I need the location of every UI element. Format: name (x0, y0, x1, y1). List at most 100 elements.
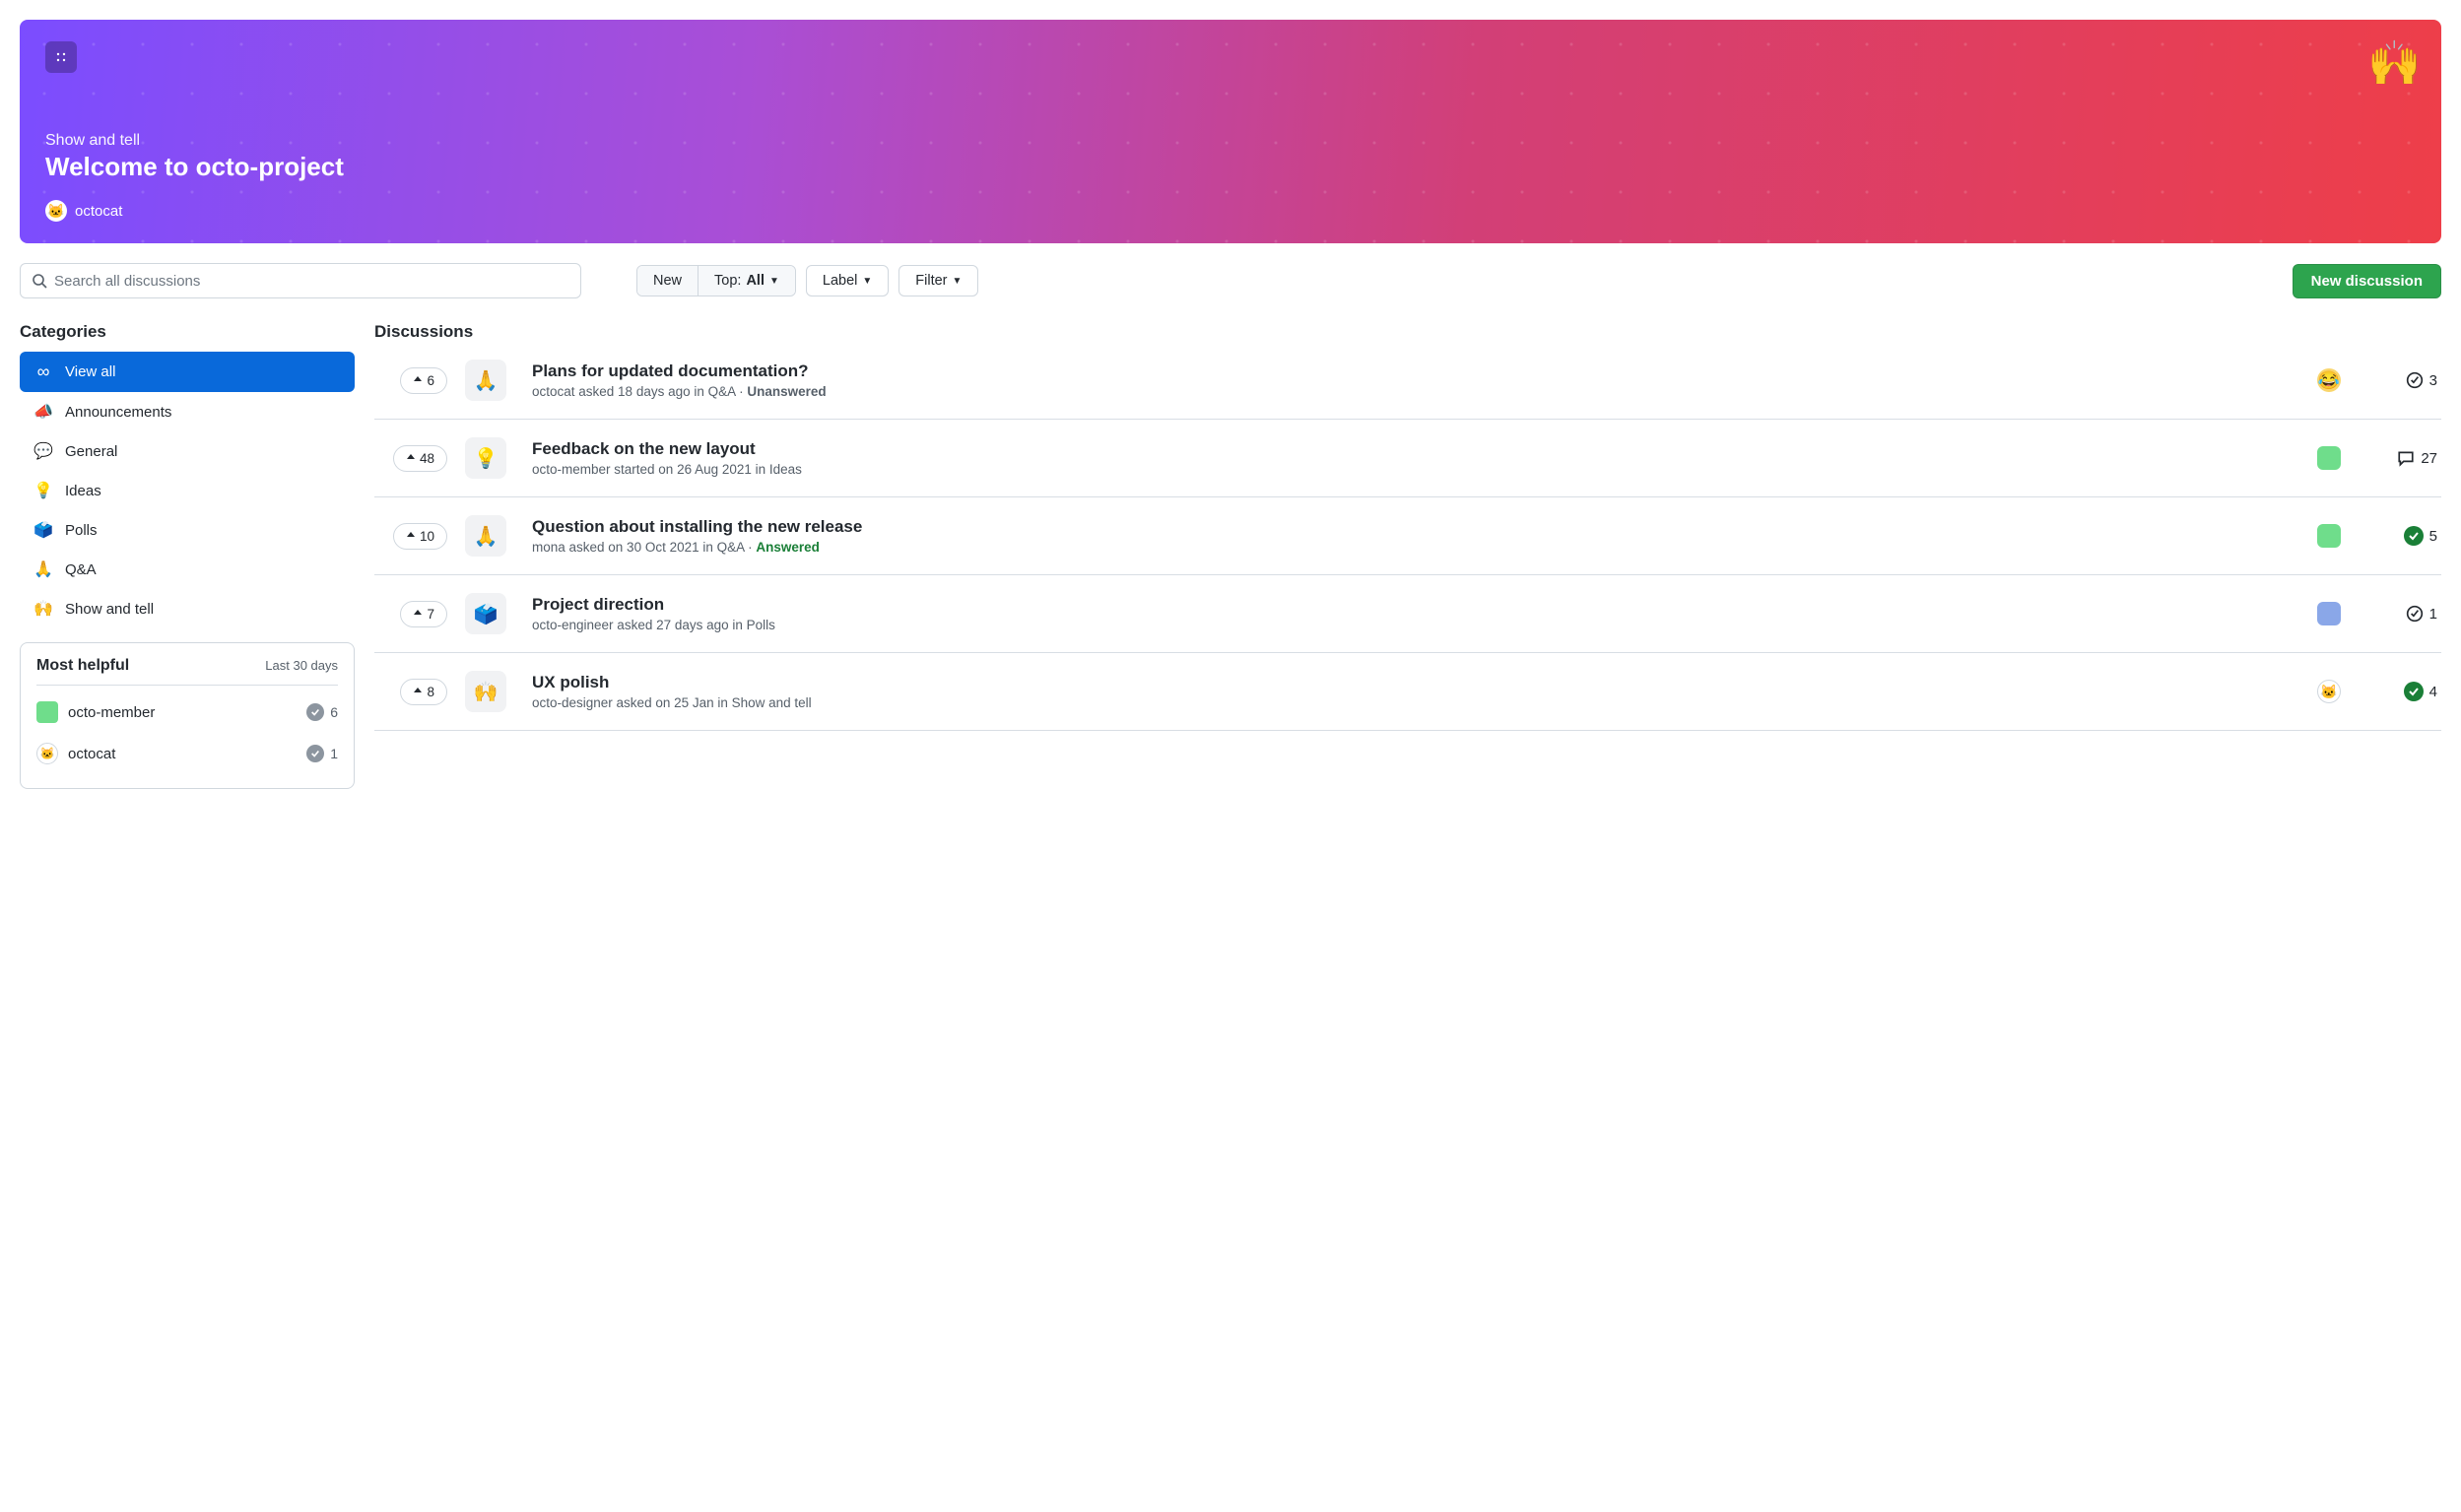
arrow-up-icon (413, 609, 423, 619)
main-content: Categories ∞View all📣Announcements💬Gener… (20, 322, 2441, 789)
avatar (36, 701, 58, 723)
category-icon: ∞ (33, 362, 53, 382)
filter-text: Filter (915, 273, 947, 289)
arrow-up-icon (406, 453, 416, 463)
discussion-item: 10 🙏 Question about installing the new r… (374, 497, 2441, 575)
discussion-count[interactable]: 4 (2374, 682, 2437, 701)
discussion-item: 48 💡 Feedback on the new layout octo-mem… (374, 420, 2441, 497)
discussion-item: 8 🙌 UX polish octo-designer asked on 25 … (374, 653, 2441, 731)
discussion-count[interactable]: 1 (2374, 605, 2437, 623)
category-label: Ideas (65, 483, 101, 499)
discussion-count[interactable]: 27 (2374, 449, 2437, 467)
discussions-heading: Discussions (374, 322, 2441, 342)
category-icon: 💡 (33, 481, 53, 500)
discussion-body: Question about installing the new releas… (532, 517, 2299, 555)
hero-emoji: 🙌 (2367, 37, 2422, 89)
count-value: 4 (2429, 684, 2437, 700)
arrow-up-icon (413, 687, 423, 696)
count-value: 27 (2421, 450, 2437, 467)
discussion-count[interactable]: 5 (2374, 526, 2437, 546)
discussion-count[interactable]: 3 (2374, 371, 2437, 389)
category-label: Announcements (65, 404, 171, 421)
hero-category: Show and tell (45, 132, 2416, 150)
upvote-button[interactable]: 10 (393, 523, 447, 550)
discussion-body: Project direction octo-engineer asked 27… (532, 595, 2299, 632)
category-item[interactable]: 🗳️Polls (20, 510, 355, 550)
participant-avatar[interactable]: 🐱 (2317, 680, 2341, 703)
helpful-count: 1 (306, 745, 338, 762)
vote-count: 8 (427, 685, 434, 699)
vote-count: 10 (420, 529, 434, 544)
discussion-meta: octo-designer asked on 25 Jan in Show an… (532, 695, 2299, 710)
sort-top-button[interactable]: Top: All ▼ (698, 266, 795, 296)
participant-avatar[interactable] (2317, 524, 2341, 548)
helpful-user-name: octo-member (68, 704, 155, 721)
toolbar: New Top: All ▼ Label ▼ Filter ▼ New disc… (20, 263, 2441, 298)
helpful-user-row[interactable]: 🐱 octocat 1 (36, 733, 338, 774)
sidebar: Categories ∞View all📣Announcements💬Gener… (20, 322, 355, 789)
participant-avatar[interactable] (2317, 446, 2341, 470)
top-value: All (746, 273, 765, 289)
discussion-category-icon: 🗳️ (465, 593, 506, 634)
vote-count: 6 (427, 373, 434, 388)
filter-button[interactable]: Filter ▼ (898, 265, 978, 296)
count-value: 3 (2429, 372, 2437, 389)
discussion-item: 6 🙏 Plans for updated documentation? oct… (374, 350, 2441, 420)
helpful-user-row[interactable]: octo-member 6 (36, 691, 338, 733)
discussion-title[interactable]: Plans for updated documentation? (532, 362, 2299, 381)
check-circle-fill-icon (2404, 526, 2424, 546)
category-label: General (65, 443, 117, 460)
discussion-body: Plans for updated documentation? octocat… (532, 362, 2299, 399)
chevron-down-icon: ▼ (769, 276, 779, 287)
discussion-title[interactable]: Project direction (532, 595, 2299, 615)
discussion-list: 6 🙏 Plans for updated documentation? oct… (374, 350, 2441, 731)
discussion-title[interactable]: Feedback on the new layout (532, 439, 2299, 459)
upvote-button[interactable]: 48 (393, 445, 447, 472)
label-filter-button[interactable]: Label ▼ (806, 265, 889, 296)
chevron-down-icon: ▼ (953, 276, 963, 287)
label-text: Label (823, 273, 857, 289)
category-icon: 📣 (33, 402, 53, 422)
discussion-category-icon: 🙏 (465, 360, 506, 401)
category-icon: 💬 (33, 441, 53, 461)
discussion-title[interactable]: Question about installing the new releas… (532, 517, 2299, 537)
category-label: Q&A (65, 561, 97, 578)
upvote-button[interactable]: 6 (400, 367, 447, 394)
upvote-button[interactable]: 7 (400, 601, 447, 627)
participant-avatar[interactable] (2317, 602, 2341, 625)
new-discussion-button[interactable]: New discussion (2293, 264, 2441, 298)
category-label: View all (65, 363, 115, 380)
check-circle-fill-icon (2404, 682, 2424, 701)
category-item[interactable]: 💬 General (20, 431, 355, 471)
category-item[interactable]: 🙏Q&A (20, 550, 355, 589)
search-wrap (20, 263, 581, 298)
count-value: 5 (2429, 528, 2437, 545)
category-item[interactable]: 📣 Announcements (20, 392, 355, 431)
upvote-button[interactable]: 8 (400, 679, 447, 705)
search-input[interactable] (20, 263, 581, 298)
arrow-up-icon (406, 531, 416, 541)
sort-new-button[interactable]: New (637, 266, 698, 296)
most-helpful-heading: Most helpful (36, 657, 129, 675)
discussion-status: Unanswered (747, 384, 826, 399)
avatar: 🐱 (36, 743, 58, 764)
category-item[interactable]: 🙌Show and tell (20, 589, 355, 628)
check-circle-icon (2406, 605, 2424, 623)
discussion-category-icon: 🙏 (465, 515, 506, 557)
chevron-down-icon: ▼ (862, 276, 872, 287)
helpful-count-value: 1 (330, 746, 338, 761)
category-icon: 🙌 (33, 599, 53, 619)
discussion-meta: mona asked on 30 Oct 2021 in Q&A · Answe… (532, 540, 2299, 555)
participant-avatar[interactable]: 😂 (2317, 368, 2341, 392)
discussion-status: Answered (756, 540, 820, 555)
category-item[interactable]: ∞ View all (20, 352, 355, 392)
vote-count: 48 (420, 451, 434, 466)
discussion-category-icon: 🙌 (465, 671, 506, 712)
search-icon (32, 273, 47, 289)
sort-segmented: New Top: All ▼ (636, 265, 796, 296)
discussions-section: Discussions 6 🙏 Plans for updated docume… (374, 322, 2441, 731)
category-item[interactable]: 💡 Ideas (20, 471, 355, 510)
pinned-discussion-hero: 🙌 Show and tell Welcome to octo-project … (20, 20, 2441, 243)
helpful-count: 6 (306, 703, 338, 721)
discussion-title[interactable]: UX polish (532, 673, 2299, 692)
